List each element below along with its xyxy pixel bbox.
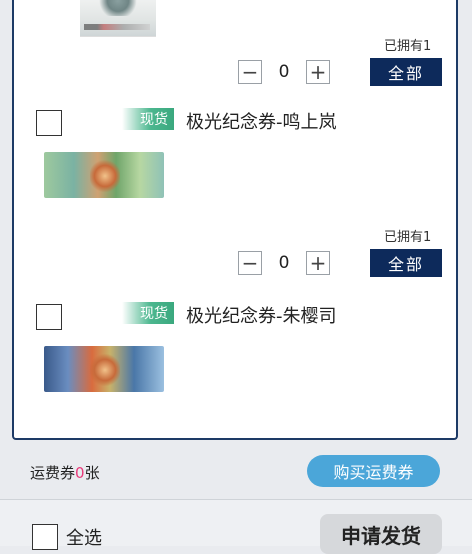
quantity-stepper: − 0 +	[238, 251, 330, 275]
in-stock-badge: 现货	[122, 302, 174, 324]
bottom-action-bar: 全选 申请发货	[0, 500, 472, 554]
ticket-thumbnail-previous	[80, 0, 156, 37]
item-name: 极光纪念券-朱樱司	[186, 306, 337, 327]
plus-button[interactable]: +	[306, 251, 330, 275]
minus-button[interactable]: −	[238, 251, 262, 275]
select-all-quantity-button[interactable]: 全部	[370, 58, 442, 86]
shipping-count: 0	[75, 464, 85, 482]
shipping-ticket-count: 运费券0张	[30, 462, 100, 483]
ticket-image	[44, 346, 164, 392]
quantity-stepper: − 0 +	[238, 60, 330, 84]
select-all-quantity-button[interactable]: 全部	[370, 249, 442, 277]
owned-count: 已拥有1	[384, 230, 432, 245]
shipping-prefix: 运费券	[30, 464, 76, 482]
item-checkbox[interactable]	[36, 304, 62, 330]
apply-shipping-button[interactable]: 申请发货	[320, 514, 442, 554]
minus-button[interactable]: −	[238, 60, 262, 84]
buy-shipping-ticket-button[interactable]: 购买运费券	[307, 455, 440, 487]
quantity-value: 0	[278, 253, 290, 273]
select-all-label: 全选	[66, 528, 102, 549]
owned-count: 已拥有1	[384, 39, 432, 54]
item-checkbox[interactable]	[36, 110, 62, 136]
plus-button[interactable]: +	[306, 60, 330, 84]
item-list-panel: 已拥有1 − 0 + 全部 现货 极光纪念券-鸣上岚 已拥有1 − 0 + 全部…	[12, 0, 458, 440]
in-stock-badge: 现货	[122, 108, 174, 130]
select-all-checkbox[interactable]	[32, 524, 58, 550]
shipping-suffix: 张	[84, 464, 100, 482]
shipping-bar: 运费券0张 购买运费券	[0, 448, 472, 498]
quantity-value: 0	[278, 62, 290, 82]
ticket-image	[44, 152, 164, 198]
item-name: 极光纪念券-鸣上岚	[186, 112, 337, 133]
